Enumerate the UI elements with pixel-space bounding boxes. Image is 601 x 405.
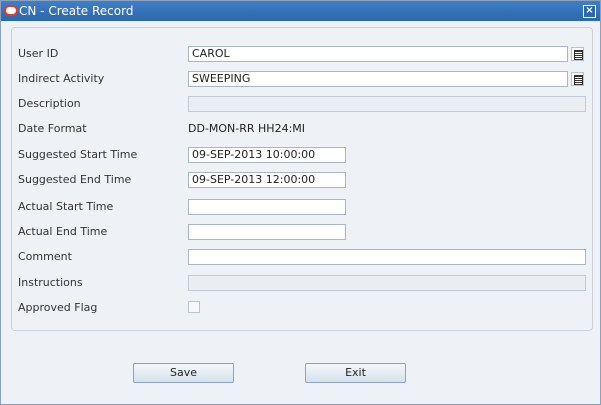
date-format-label: Date Format xyxy=(18,122,87,135)
approved-flag-label: Approved Flag xyxy=(18,301,98,314)
suggested-end-time-label: Suggested End Time xyxy=(18,173,132,186)
user-id-label: User ID xyxy=(18,47,59,60)
title-bar: CN - Create Record × xyxy=(1,1,600,21)
create-record-window: CN - Create Record × User ID CAROL Indir… xyxy=(0,0,601,405)
actual-end-time-field[interactable] xyxy=(188,224,346,240)
suggested-start-time-field[interactable]: 09-SEP-2013 10:00:00 xyxy=(188,147,346,163)
list-icon xyxy=(574,75,583,85)
description-field xyxy=(188,96,586,112)
suggested-end-time-field[interactable]: 09-SEP-2013 12:00:00 xyxy=(188,172,346,188)
user-id-field[interactable]: CAROL xyxy=(188,46,568,62)
exit-button[interactable]: Exit xyxy=(305,363,406,383)
date-format-value: DD-MON-RR HH24:MI xyxy=(188,122,306,135)
instructions-field xyxy=(188,275,586,291)
actual-start-time-label: Actual Start Time xyxy=(18,200,114,213)
list-icon xyxy=(574,50,583,60)
indirect-activity-lov-icon[interactable] xyxy=(571,72,584,86)
oracle-logo-icon xyxy=(4,5,18,16)
suggested-start-time-label: Suggested Start Time xyxy=(18,148,138,161)
close-icon[interactable]: × xyxy=(583,5,596,18)
description-label: Description xyxy=(18,97,81,110)
comment-field[interactable] xyxy=(188,249,586,265)
indirect-activity-field[interactable]: SWEEPING xyxy=(188,71,568,87)
save-button[interactable]: Save xyxy=(133,363,234,383)
comment-label: Comment xyxy=(18,250,72,263)
user-id-lov-icon[interactable] xyxy=(571,47,584,61)
approved-flag-checkbox[interactable] xyxy=(188,301,200,313)
instructions-label: Instructions xyxy=(18,276,83,289)
window-title: CN - Create Record xyxy=(19,4,134,18)
actual-start-time-field[interactable] xyxy=(188,199,346,215)
actual-end-time-label: Actual End Time xyxy=(18,225,108,238)
indirect-activity-label: Indirect Activity xyxy=(18,72,105,85)
